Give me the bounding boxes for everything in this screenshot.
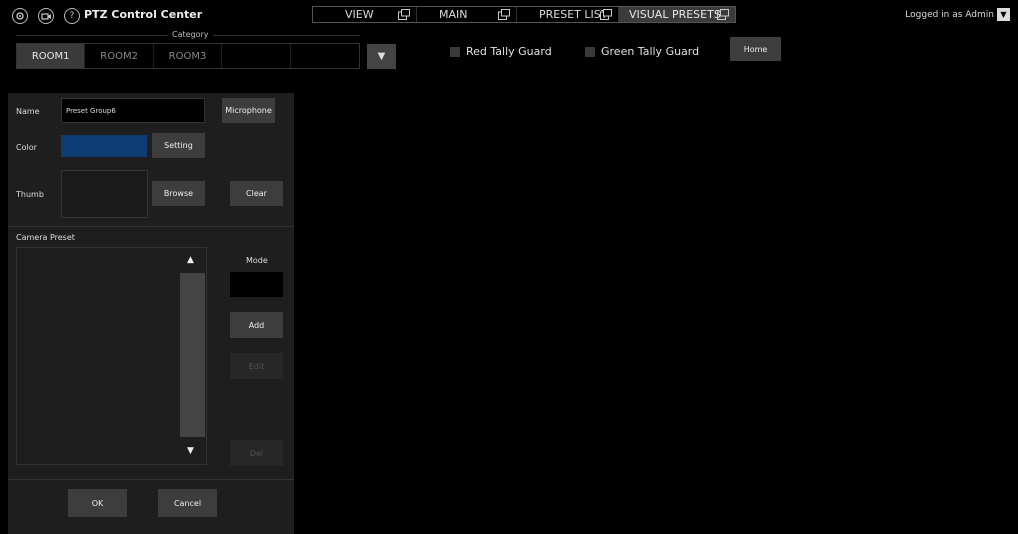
green-tally-checkbox[interactable]: [585, 46, 595, 57]
ok-button[interactable]: OK: [68, 489, 127, 517]
cancel-button[interactable]: Cancel: [158, 489, 217, 517]
tab-main[interactable]: MAIN: [417, 7, 517, 22]
tab-label: MAIN: [439, 8, 468, 21]
tab-visual-presets[interactable]: VISUAL PRESETS: [619, 7, 735, 22]
divider: [8, 226, 294, 227]
camera-preset-label: Camera Preset: [16, 233, 75, 242]
top-bar: ? PTZ Control Center VIEW MAIN PRESET LI…: [0, 0, 1018, 30]
category-tab-room2[interactable]: ROOM2: [85, 44, 154, 68]
green-tally-label: Green Tally Guard: [601, 45, 700, 58]
view-tabs: VIEW MAIN PRESET LIST VISUAL PRESETS: [312, 6, 736, 23]
color-swatch[interactable]: [61, 135, 147, 157]
tab-preset-list[interactable]: PRESET LIST: [517, 7, 619, 22]
popout-icon[interactable]: [600, 9, 612, 20]
category-tab-empty[interactable]: [222, 44, 291, 68]
setting-button[interactable]: Setting: [152, 133, 205, 158]
edit-button[interactable]: Edit: [230, 353, 283, 379]
name-input[interactable]: Preset Group6: [61, 98, 205, 123]
preset-group-panel: Name Preset Group6 Microphone Color Sett…: [8, 93, 294, 534]
popout-icon[interactable]: [498, 9, 510, 20]
delete-button[interactable]: Del: [230, 440, 283, 466]
tab-label: VIEW: [345, 8, 374, 21]
red-tally-checkbox[interactable]: [450, 46, 460, 57]
category-tab-room3[interactable]: ROOM3: [154, 44, 223, 68]
app-title: PTZ Control Center: [84, 8, 203, 21]
name-label: Name: [16, 107, 40, 116]
login-status: Logged in as Admin: [905, 10, 994, 20]
category-tabs: ROOM1 ROOM2 ROOM3: [16, 43, 360, 69]
camera-icon[interactable]: [38, 8, 54, 24]
clear-button[interactable]: Clear: [230, 181, 283, 206]
scroll-down-icon[interactable]: ▼: [187, 446, 197, 456]
camera-preset-list[interactable]: [16, 247, 207, 465]
mode-label: Mode: [246, 256, 268, 265]
category-tab-room1[interactable]: ROOM1: [17, 44, 86, 68]
green-tally-guard[interactable]: Green Tally Guard: [585, 45, 699, 58]
category-label: Category: [168, 30, 213, 39]
popout-icon[interactable]: [717, 9, 729, 20]
chevron-down-icon[interactable]: ▼: [997, 8, 1010, 21]
tab-label: VISUAL PRESETS: [629, 8, 721, 21]
home-button[interactable]: Home: [730, 37, 781, 61]
category-tab-empty[interactable]: [291, 44, 359, 68]
thumbnail-preview: [61, 170, 148, 218]
thumb-label: Thumb: [16, 190, 44, 199]
red-tally-guard[interactable]: Red Tally Guard: [450, 45, 552, 58]
popout-icon[interactable]: [398, 9, 410, 20]
divider: [8, 479, 294, 480]
tab-label: PRESET LIST: [539, 8, 608, 21]
mode-display[interactable]: [230, 272, 283, 297]
scroll-up-icon[interactable]: ▲: [187, 255, 197, 265]
category-dropdown-button[interactable]: ▼: [367, 44, 396, 69]
microphone-button[interactable]: Microphone: [222, 98, 275, 123]
scrollbar[interactable]: [180, 273, 205, 437]
red-tally-label: Red Tally Guard: [466, 45, 552, 58]
color-label: Color: [16, 143, 37, 152]
tab-view[interactable]: VIEW: [313, 7, 417, 22]
add-button[interactable]: Add: [230, 312, 283, 338]
settings-icon[interactable]: [12, 8, 28, 24]
browse-button[interactable]: Browse: [152, 181, 205, 206]
help-icon[interactable]: ?: [64, 8, 80, 24]
